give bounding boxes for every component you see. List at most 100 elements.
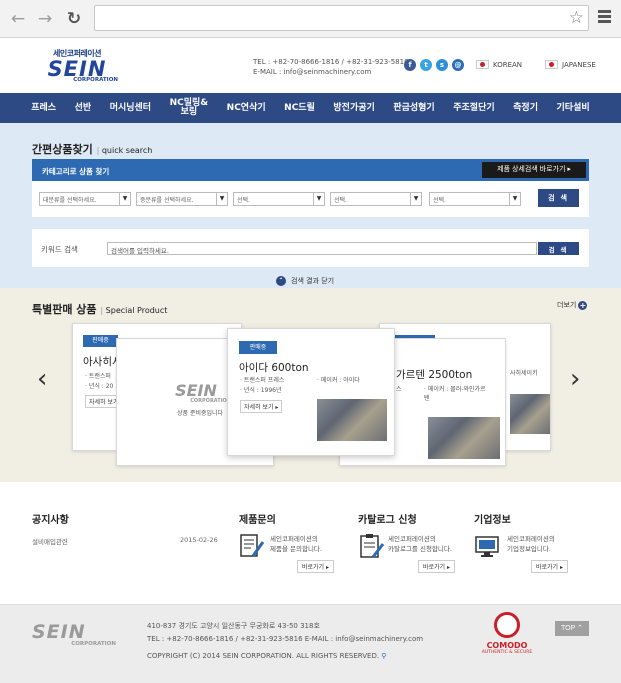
lang-korean[interactable]: KOREAN [476,60,522,69]
plus-icon: + [578,300,588,310]
keyword-search-row: 키워드 검색 검색어를 입력하세요. 검 색 [32,229,589,267]
product-photo [428,417,500,459]
product-photo [317,399,387,441]
company-title[interactable]: 기업정보 [474,511,511,526]
address-bar[interactable]: ☆ [94,5,589,31]
logo-main-text: SEIN [47,57,107,81]
middle-category-select[interactable]: 중분류를 선택하세요. ▼ [136,192,228,206]
quick-search-subtitle: quick search [101,146,153,155]
catalog-text-1: 세인코퍼레이션의 [388,535,436,543]
collapse-icon: ⌃ [276,276,286,286]
nav-edm[interactable]: 방전가공기 [333,103,374,113]
product-maker-cont: 텐 [424,395,430,402]
lang-japanese-label: JAPANESE [562,60,596,69]
email-icon[interactable]: @ [452,59,464,71]
admin-icon[interactable]: ⚲ [381,652,386,660]
footer-logo: SEIN CORPORATION [32,623,116,648]
company-shortcut-button[interactable]: 바로가기 ▸ [531,560,568,573]
footer-copyright-text: COPYRIGHT (C) 2014 SEIN CORPORATION. ALL… [147,652,380,660]
nav-other-equipment[interactable]: 기타설비 [557,103,590,113]
placeholder-logo-main: SEIN [175,381,217,400]
inquiry-title[interactable]: 제품문의 [239,511,276,526]
comodo-name: COMODO [486,641,528,650]
nav-nc-drill[interactable]: NC드릴 [284,103,315,113]
category-bar: 카테고리로 상품 찾기 제품 상세검색 바로가기 ▸ [32,159,589,181]
main-nav: 프레스 선반 머시닝센터 NC밀링& 보링 NC연삭기 NC드릴 방전가공기 판… [0,93,621,123]
product-type: 스 [396,386,402,393]
sub-category-select-3[interactable]: 선택. ▼ [429,192,521,206]
social-links: f t s @ [404,59,464,71]
product-card-center[interactable]: 판매중 아이다 600ton · 트랜스퍼 프레스 · 메이커 : 아이다 · … [227,328,395,456]
category-search-button[interactable]: 검 색 [538,189,579,207]
comodo-sub: AUTHENTIC & SECURE [481,650,533,655]
skype-icon[interactable]: s [436,59,448,71]
lang-japanese[interactable]: JAPANESE [545,60,596,69]
nav-nc-grinder[interactable]: NC연삭기 [227,103,266,113]
keyword-label: 키워드 검색 [41,245,78,254]
product-type: · 트랜스퍼 [85,373,111,380]
footer-contact: TEL : +82-70-8666-1816 / +82-31-923-5816… [147,635,424,643]
catalog-text-2: 카탈로그를 신청합니다. [388,545,452,553]
quick-search-title: 간편상품찾기 | quick search [32,143,153,156]
site-logo[interactable]: 세인코퍼레이션 SEIN CORPORATION [32,48,122,86]
header-contact: TEL : +82-70-8666-1816 / +82-31-923-5816… [253,57,409,77]
product-year: · 년식 : 20 [85,383,114,390]
special-title-text: 특별판매 상품 [32,303,97,316]
carousel-prev-arrow-icon[interactable]: ‹ [37,364,47,394]
nav-sheet-metal[interactable]: 판금성형기 [393,103,434,113]
keyword-input[interactable]: 검색어를 입력하세요. [107,242,537,255]
japan-flag-icon [545,60,558,69]
detail-button[interactable]: 자세히 보기 ▸ [240,400,283,413]
keyword-placeholder: 검색어를 입력하세요. [111,247,169,255]
chevron-down-icon: ▼ [216,193,227,205]
hamburger-menu-icon[interactable] [598,10,611,25]
close-search-results-button[interactable]: ⌃ 검색 결과 닫기 [276,276,335,286]
star-icon[interactable]: ☆ [569,8,584,28]
special-subtitle: Special Product [105,306,168,315]
company-text-2: 기업정보입니다. [507,545,551,553]
quick-search-title-text: 간편상품찾기 [32,143,93,156]
more-link[interactable]: 더보기 + [557,300,588,310]
back-to-top-button[interactable]: TOP ⌃ [555,621,589,636]
close-search-results-label: 검색 결과 닫기 [291,277,335,285]
sub-category-select-1[interactable]: 선택. ▼ [233,192,325,206]
header-email: E-MAIL : info@seinmachinery.com [253,68,372,76]
notice-date: 2015-02-26 [180,536,218,544]
browser-toolbar: ← → ↻ ☆ [0,0,621,38]
special-title: 특별판매 상품 | Special Product [32,303,168,316]
product-year: · 년식 : 1996년 [240,387,282,394]
notice-item[interactable]: 설비매입관련 [32,536,68,546]
nav-measuring[interactable]: 측정기 [513,103,538,113]
nav-machining-center[interactable]: 머시닝센터 [110,103,151,113]
product-photo [510,394,550,434]
nav-press[interactable]: 프레스 [31,103,56,113]
major-category-select[interactable]: 대분류를 선택하세요. ▼ [39,192,131,206]
nav-nc-milling[interactable]: NC밀링& 보링 [170,99,209,117]
carousel-next-arrow-icon[interactable]: › [570,364,580,394]
nav-casting-cutting[interactable]: 주조절단기 [453,103,494,113]
placeholder-logo-sub: CORPORATION [190,398,231,404]
inquiry-shortcut-button[interactable]: 바로가기 ▸ [297,560,334,573]
product-type: · 트랜스퍼 프레스 [240,377,285,384]
inquiry-document-icon [240,534,265,557]
facebook-icon[interactable]: f [404,59,416,71]
comodo-secure-badge[interactable]: COMODO AUTHENTIC & SECURE [480,612,534,655]
product-title: 가르텐 2500ton [396,369,473,381]
catalog-title[interactable]: 카탈로그 신청 [358,511,417,526]
inquiry-text-2: 제품을 문의합니다. [270,545,322,553]
notice-title[interactable]: 공지사항 [32,511,69,526]
nav-lathe[interactable]: 선반 [75,103,92,113]
catalog-clipboard-icon [360,534,384,558]
product-maker: · 메이커 : 몰러-와인가르 [424,386,486,393]
back-arrow-icon[interactable]: ← [8,9,28,29]
preparing-text: 상품 준비중입니다 [177,410,224,417]
keyword-search-button[interactable]: 검 색 [538,242,579,255]
company-monitor-icon [475,536,499,557]
detail-search-button[interactable]: 제품 상세검색 바로가기 ▸ [482,162,586,178]
middle-category-value: 중분류를 선택하세요. [140,197,194,204]
reload-icon[interactable]: ↻ [64,9,84,29]
sub-category-select-2[interactable]: 선택. ▼ [330,192,422,206]
catalog-shortcut-button[interactable]: 바로가기 ▸ [418,560,455,573]
twitter-icon[interactable]: t [420,59,432,71]
forward-arrow-icon[interactable]: → [35,9,55,29]
